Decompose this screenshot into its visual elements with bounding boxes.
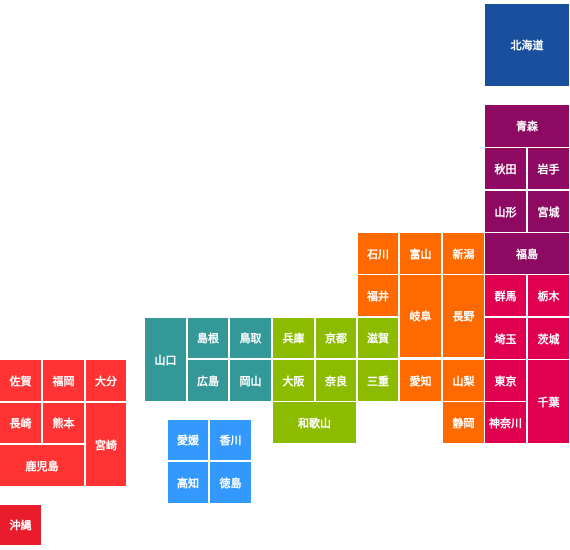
pref-kagawa[interactable]: 香川	[210, 420, 251, 460]
pref-fukushima[interactable]: 福島	[485, 233, 569, 274]
pref-label: 岩手	[537, 162, 560, 176]
pref-tottori[interactable]: 鳥取	[230, 318, 271, 358]
pref-osaka[interactable]: 大阪	[273, 360, 314, 401]
pref-label: 富山	[409, 247, 432, 261]
pref-label: 佐賀	[9, 374, 32, 388]
pref-shizuoka[interactable]: 静岡	[443, 402, 484, 443]
pref-hokkaido[interactable]: 北海道	[485, 4, 569, 86]
pref-yamagata[interactable]: 山形	[485, 191, 526, 232]
pref-label: 埼玉	[494, 332, 517, 346]
pref-shimane[interactable]: 島根	[188, 318, 228, 358]
pref-label: 和歌山	[298, 416, 331, 430]
pref-toyama[interactable]: 富山	[400, 233, 441, 274]
pref-label: 岡山	[239, 374, 262, 388]
pref-tochigi[interactable]: 栃木	[528, 275, 569, 316]
pref-label: 北海道	[510, 39, 544, 52]
pref-label: 愛知	[409, 374, 432, 388]
pref-saga[interactable]: 佐賀	[0, 360, 41, 401]
pref-label: 三重	[367, 374, 389, 388]
pref-ishikawa[interactable]: 石川	[358, 233, 398, 274]
pref-wakayama[interactable]: 和歌山	[273, 402, 356, 443]
pref-label: 福島	[516, 247, 538, 261]
pref-hiroshima[interactable]: 広島	[188, 360, 228, 401]
pref-tokyo[interactable]: 東京	[485, 360, 526, 401]
pref-oita[interactable]: 大分	[86, 360, 126, 401]
pref-label: 石川	[367, 247, 389, 261]
pref-miyazaki[interactable]: 宮崎	[86, 403, 126, 486]
pref-kyoto[interactable]: 京都	[316, 318, 356, 358]
pref-niigata[interactable]: 新潟	[443, 233, 484, 274]
pref-label: 岐阜	[409, 310, 432, 323]
pref-label: 山形	[494, 205, 517, 219]
pref-saitama[interactable]: 埼玉	[485, 318, 526, 359]
pref-label: 大阪	[282, 374, 305, 388]
pref-label: 福井	[367, 289, 389, 303]
pref-label: 静岡	[452, 416, 475, 430]
pref-label: 鹿児島	[25, 459, 59, 473]
pref-label: 群馬	[494, 289, 517, 303]
pref-label: 奈良	[325, 374, 347, 388]
pref-nara[interactable]: 奈良	[316, 360, 356, 401]
pref-label: 長野	[452, 310, 475, 323]
pref-label: 山梨	[452, 374, 475, 388]
pref-label: 宮崎	[95, 438, 117, 452]
pref-label: 秋田	[494, 162, 517, 176]
pref-label: 福岡	[52, 374, 75, 388]
pref-kumamoto[interactable]: 熊本	[43, 403, 84, 443]
pref-label: 宮城	[537, 205, 560, 219]
pref-label: 沖縄	[9, 519, 32, 532]
pref-ehime[interactable]: 愛媛	[168, 420, 208, 460]
pref-aichi[interactable]: 愛知	[400, 360, 441, 401]
pref-label: 神奈川	[489, 416, 522, 430]
pref-label: 島根	[197, 332, 219, 345]
pref-nagasaki[interactable]: 長崎	[0, 403, 41, 443]
pref-label: 香川	[219, 434, 242, 447]
pref-label: 滋賀	[367, 332, 389, 345]
pref-gifu[interactable]: 岐阜	[400, 275, 441, 357]
pref-yamaguchi[interactable]: 山口	[145, 318, 186, 401]
pref-nagano[interactable]: 長野	[443, 275, 484, 357]
pref-fukui[interactable]: 福井	[358, 275, 398, 316]
pref-label: 山口	[154, 353, 177, 367]
pref-label: 鳥取	[239, 332, 262, 345]
pref-kagoshima[interactable]: 鹿児島	[0, 445, 84, 486]
pref-label: 高知	[177, 476, 199, 490]
pref-ibaraki[interactable]: 茨城	[528, 318, 569, 359]
pref-kochi[interactable]: 高知	[168, 462, 208, 503]
pref-shiga[interactable]: 滋賀	[358, 318, 398, 358]
pref-fukuoka[interactable]: 福岡	[43, 360, 84, 401]
pref-label: 千葉	[537, 395, 560, 409]
pref-label: 新潟	[452, 247, 475, 261]
pref-yamanashi[interactable]: 山梨	[443, 360, 484, 401]
pref-label: 大分	[95, 374, 117, 388]
pref-label: 徳島	[219, 476, 242, 490]
pref-chiba[interactable]: 千葉	[528, 360, 569, 443]
pref-gunma[interactable]: 群馬	[485, 275, 526, 316]
pref-tokushima[interactable]: 徳島	[210, 462, 251, 503]
pref-okayama[interactable]: 岡山	[230, 360, 271, 401]
pref-label: 京都	[325, 332, 347, 345]
pref-label: 兵庫	[282, 332, 305, 345]
pref-akita[interactable]: 秋田	[485, 148, 526, 189]
pref-mie[interactable]: 三重	[358, 360, 398, 401]
pref-label: 栃木	[537, 289, 560, 303]
pref-kanagawa[interactable]: 神奈川	[485, 402, 526, 443]
pref-label: 愛媛	[177, 434, 199, 447]
pref-label: 青森	[516, 120, 538, 133]
pref-iwate[interactable]: 岩手	[528, 148, 569, 189]
pref-aomori[interactable]: 青森	[485, 105, 569, 147]
pref-label: 熊本	[52, 417, 75, 430]
pref-label: 長崎	[9, 417, 32, 430]
pref-label: 広島	[197, 374, 219, 388]
pref-label: 東京	[494, 374, 517, 388]
pref-hyogo[interactable]: 兵庫	[273, 318, 314, 358]
pref-okinawa[interactable]: 沖縄	[0, 505, 41, 545]
pref-label: 茨城	[537, 332, 560, 346]
pref-miyagi[interactable]: 宮城	[528, 191, 569, 232]
